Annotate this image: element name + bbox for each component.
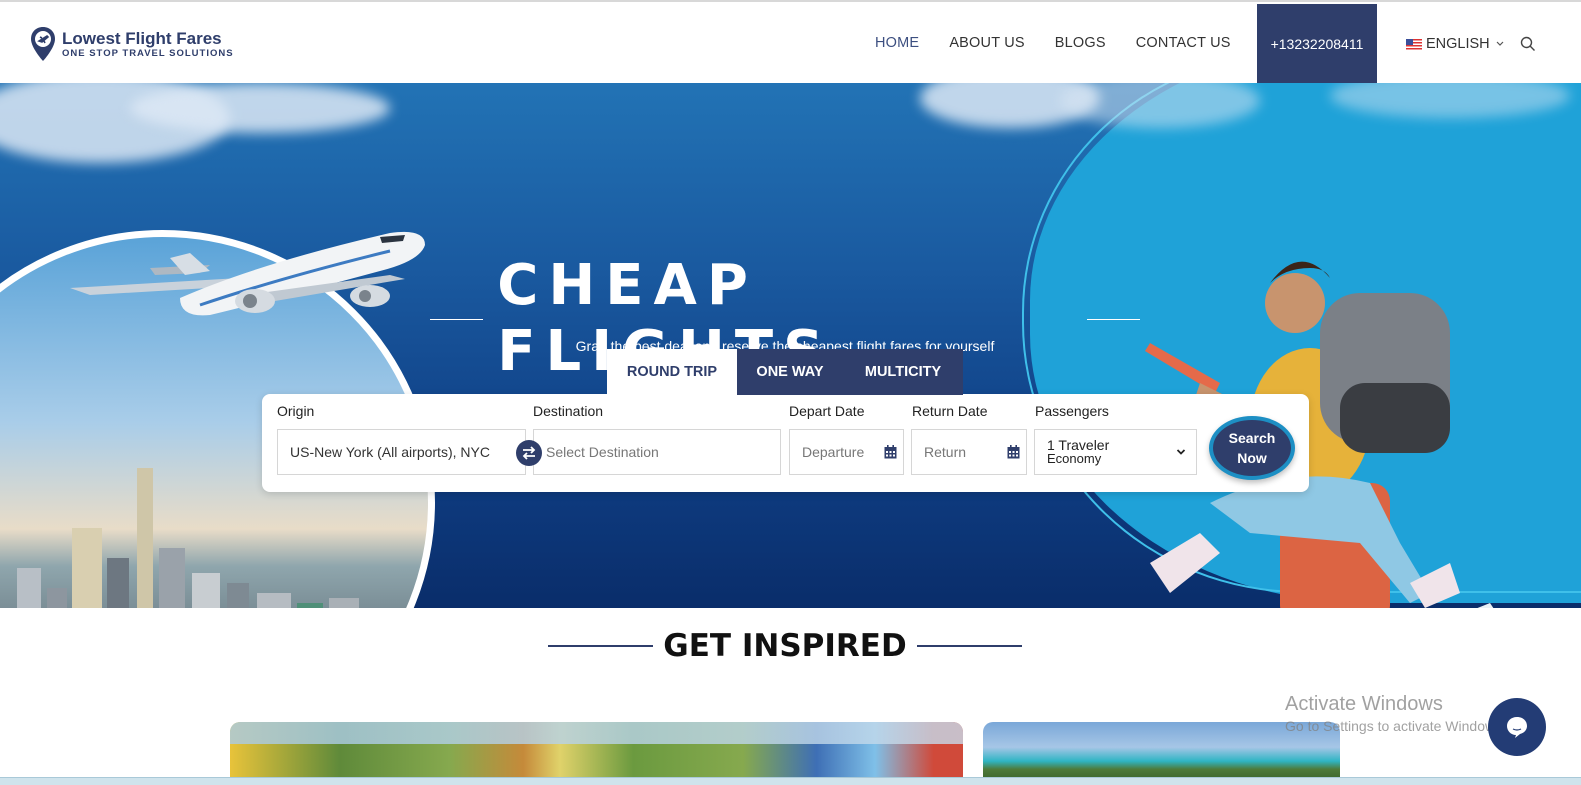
origin-value: US-New York (All airports), NYC	[290, 444, 490, 460]
flight-search-form: Origin US-New York (All airports), NYC D…	[262, 394, 1309, 492]
tab-one-way[interactable]: ONE WAY	[737, 349, 843, 395]
get-inspired-heading: GET INSPIRED	[0, 628, 1570, 664]
language-label: ENGLISH	[1426, 36, 1490, 52]
logo[interactable]: Lowest Flight Fares ONE STOP TRAVEL SOLU…	[30, 26, 234, 62]
windows-activation-watermark: Activate Windows Go to Settings to activ…	[1285, 693, 1506, 734]
nav-about-us[interactable]: ABOUT US	[949, 35, 1024, 51]
airplane-image	[70, 231, 425, 316]
hero-banner: CHEAP FLIGHTS Grab the best deal and res…	[0, 83, 1581, 608]
passengers-label: Passengers	[1035, 403, 1109, 419]
cloud	[130, 83, 390, 133]
depart-placeholder: Departure	[802, 444, 865, 460]
brand-tagline: ONE STOP TRAVEL SOLUTIONS	[62, 47, 234, 59]
taskbar-edge	[0, 777, 1581, 785]
nav-blogs[interactable]: BLOGS	[1055, 35, 1106, 51]
calendar-icon	[884, 445, 897, 459]
nav-home[interactable]: HOME	[875, 35, 919, 51]
tab-multicity[interactable]: MULTICITY	[843, 349, 963, 395]
swap-button[interactable]	[516, 440, 542, 466]
calendar-icon	[1007, 445, 1020, 459]
traveler-count: 1 Traveler	[1047, 437, 1110, 453]
main-nav: HOME ABOUT US BLOGS CONTACT US	[860, 2, 1246, 83]
tab-round-trip[interactable]: ROUND TRIP	[607, 349, 737, 395]
passengers-select[interactable]: 1 Traveler Economy	[1034, 429, 1197, 475]
divider-line	[430, 318, 484, 320]
activate-subtitle: Go to Settings to activate Windows.	[1285, 718, 1506, 734]
search-icon[interactable]	[1520, 36, 1536, 52]
origin-label: Origin	[277, 403, 315, 419]
chat-bubble-icon	[1507, 717, 1527, 738]
depart-date-label: Depart Date	[789, 403, 865, 419]
phone-button[interactable]: +13232208411	[1257, 4, 1377, 84]
trip-type-tabs: ROUND TRIP ONE WAY MULTICITY	[607, 349, 963, 395]
destination-placeholder: Select Destination	[546, 444, 659, 460]
brand-title: Lowest Flight Fares	[62, 28, 222, 48]
site-header: Lowest Flight Fares ONE STOP TRAVEL SOLU…	[0, 0, 1581, 84]
destination-label: Destination	[533, 403, 604, 419]
chevron-down-icon	[1496, 41, 1504, 46]
divider-line	[1086, 318, 1140, 320]
destination-card-waterpark[interactable]	[230, 722, 963, 785]
section-title: GET INSPIRED	[663, 628, 907, 664]
chat-button[interactable]	[1488, 698, 1546, 756]
depart-date-input[interactable]: Departure	[789, 429, 904, 475]
swap-arrows-icon	[522, 446, 536, 460]
chevron-down-icon	[1176, 449, 1186, 455]
return-date-label: Return Date	[912, 403, 988, 419]
us-flag-icon	[1406, 38, 1422, 50]
divider-line	[916, 645, 1022, 647]
return-date-input[interactable]: Return	[911, 429, 1027, 475]
language-selector[interactable]: ENGLISH	[1406, 36, 1504, 52]
destination-input[interactable]: Select Destination	[533, 429, 781, 475]
activate-title: Activate Windows	[1285, 693, 1443, 715]
nav-contact-us[interactable]: CONTACT US	[1136, 35, 1231, 51]
search-button-line2: Now	[1237, 450, 1267, 466]
origin-input[interactable]: US-New York (All airports), NYC	[277, 429, 526, 475]
location-pin-icon	[31, 27, 55, 61]
cabin-class: Economy	[1047, 451, 1102, 466]
search-button-line1: Search	[1228, 430, 1276, 446]
return-placeholder: Return	[924, 444, 967, 460]
divider-line	[548, 645, 654, 647]
search-now-button[interactable]: Search Now	[1209, 416, 1295, 480]
